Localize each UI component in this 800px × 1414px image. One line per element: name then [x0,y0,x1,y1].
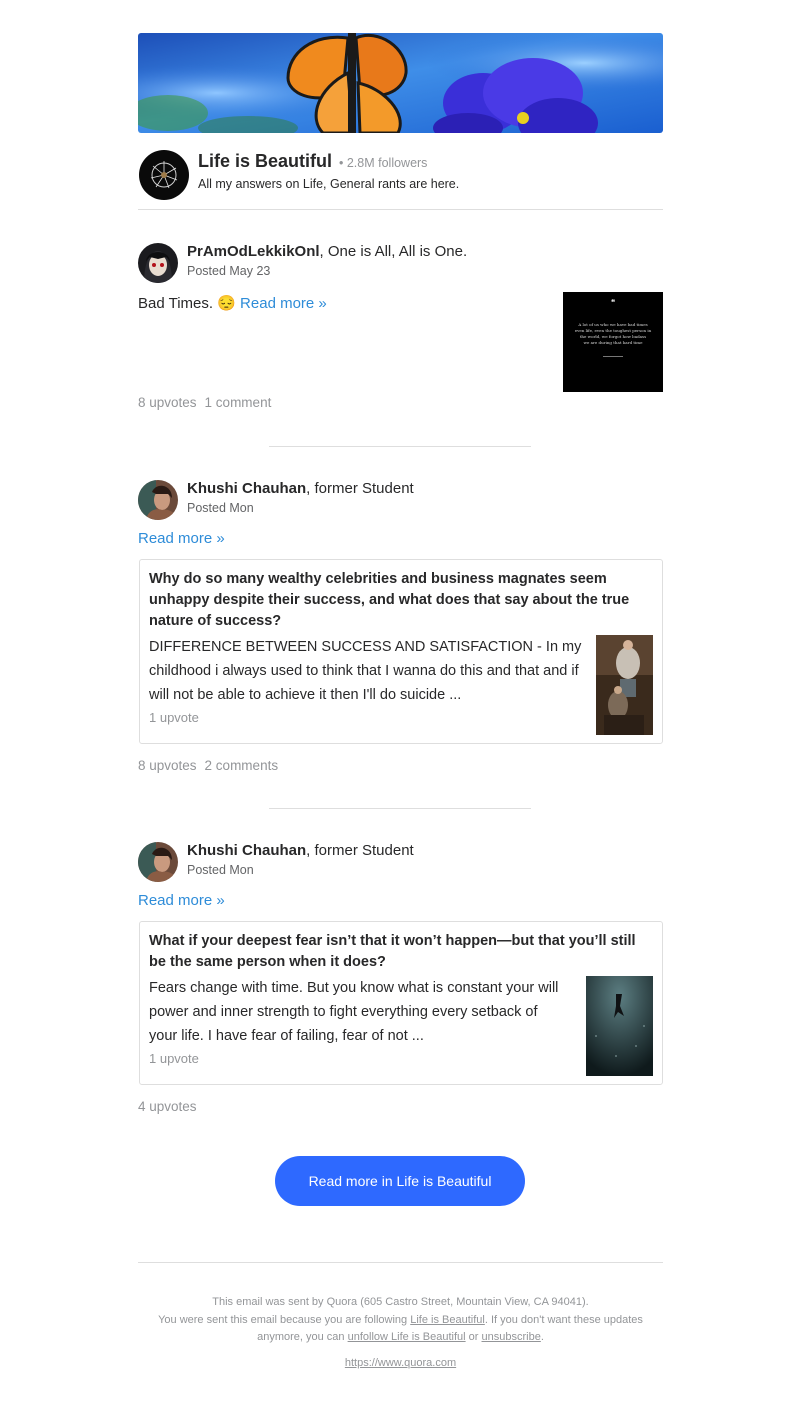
read-more-link[interactable]: Read more » [240,295,327,312]
read-more-link[interactable]: Read more » [138,892,225,909]
unsubscribe-link[interactable]: unsubscribe [482,1331,541,1343]
card-excerpt: Fears change with time. But you know wha… [149,976,558,1048]
footer-text-part: . If you don't want these updates [484,1313,643,1326]
footer-sender-line: This email was sent by Quora (605 Castro… [212,1296,589,1308]
post-author[interactable]: PrAmOdLekkikOnl, One is All, All is One. [187,243,467,260]
card-thumbnail[interactable] [596,635,653,735]
quote-text: A lot of us who we have bad times even l… [571,322,655,346]
footer-text-part: or [465,1331,482,1343]
post-author[interactable]: Khushi Chauhan, former Student [187,480,414,497]
card-thumbnail[interactable] [586,976,653,1076]
quote-divider [603,356,623,357]
excerpt-line: power and inner strength to fight everyt… [149,1004,538,1020]
quora-url-link[interactable]: https://www.quora.com [345,1357,456,1369]
space-header: Life is Beautiful • 2.8M followers All m… [138,133,663,210]
post-separator [269,446,531,447]
footer-text-part: anymore, you can [257,1331,348,1343]
excerpt-line: will not be able to achieve it then I'll… [149,687,462,703]
excerpt-line: your life. I have fear of failing, fear … [149,1028,424,1044]
comment-count[interactable]: 2 comments [205,758,279,773]
card-question[interactable]: Why do so many wealthy celebrities and b… [149,569,639,632]
card-excerpt: DIFFERENCE BETWEEN SUCCESS AND SATISFACT… [149,635,581,707]
author-credential: , One is All, All is One. [319,243,468,260]
post-date: Posted Mon [187,501,254,515]
footer-text: This email was sent by Quora (605 Castro… [138,1294,663,1372]
author-avatar[interactable] [138,243,178,283]
space-avatar[interactable] [139,150,189,200]
excerpt-line: childhood i always used to think that I … [149,663,579,679]
shared-answer-card[interactable]: Why do so many wealthy celebrities and b… [139,559,663,744]
read-more-link[interactable]: Read more » [138,530,225,547]
footer-text-part: . [540,1331,544,1343]
excerpt-line: Fears change with time. But you know wha… [149,980,559,996]
email-content: Life is Beautiful • 2.8M followers All m… [138,33,663,1369]
post-text: Bad Times. 😔 Read more » [138,294,327,312]
upvote-count[interactable]: 8 upvotes [138,395,197,410]
footer-divider [138,1262,663,1263]
space-description: All my answers on Life, General rants ar… [198,177,460,191]
post-date: Posted Mon [187,863,254,877]
read-more-in-space-button[interactable]: Read more in Life is Beautiful [275,1156,525,1206]
shared-answer-card[interactable]: What if your deepest fear isn’t that it … [139,921,663,1085]
author-credential: , former Student [306,842,414,859]
upvote-count[interactable]: 8 upvotes [138,758,197,773]
post-separator [269,808,531,809]
footer-reason-line: You were sent this email because you are… [138,1312,663,1330]
author-avatar[interactable] [138,842,178,882]
author-credential: , former Student [306,480,414,497]
card-question[interactable]: What if your deepest fear isn’t that it … [149,931,639,973]
quote-line: we are during that hard time [583,340,643,345]
post-quote-image[interactable]: ❝ A lot of us who we have bad times even… [563,292,663,392]
card-upvote-count: 1 upvote [149,710,199,725]
unfollow-link[interactable]: unfollow Life is Beautiful [348,1331,466,1343]
follow-space-link[interactable]: Life is Beautiful [410,1314,485,1326]
post-author[interactable]: Khushi Chauhan, former Student [187,842,414,859]
footer-text-part: You were sent this email because you are… [158,1313,411,1326]
upvote-count[interactable]: 4 upvotes [138,1099,197,1114]
author-name[interactable]: Khushi Chauhan [187,480,306,497]
post-stats: 8 upvotes 2 comments [138,758,278,773]
post-stats: 4 upvotes [138,1099,197,1114]
author-name[interactable]: Khushi Chauhan [187,842,306,859]
post-text-content: Bad Times. 😔 [138,295,236,312]
footer-unsubscribe-line: anymore, you can unfollow Life is Beauti… [138,1329,663,1347]
space-title[interactable]: Life is Beautiful [198,151,332,172]
space-banner-image [138,33,663,133]
post-stats: 8 upvotes 1 comment [138,395,271,410]
comment-count[interactable]: 1 comment [205,395,272,410]
author-avatar[interactable] [138,480,178,520]
post-date: Posted May 23 [187,264,271,278]
author-name[interactable]: PrAmOdLekkikOnl [187,243,320,260]
quote-mark-icon: ❝ [610,298,616,307]
excerpt-line: DIFFERENCE BETWEEN SUCCESS AND SATISFACT… [149,639,582,655]
card-upvote-count: 1 upvote [149,1051,199,1066]
space-followers: • 2.8M followers [339,156,428,170]
